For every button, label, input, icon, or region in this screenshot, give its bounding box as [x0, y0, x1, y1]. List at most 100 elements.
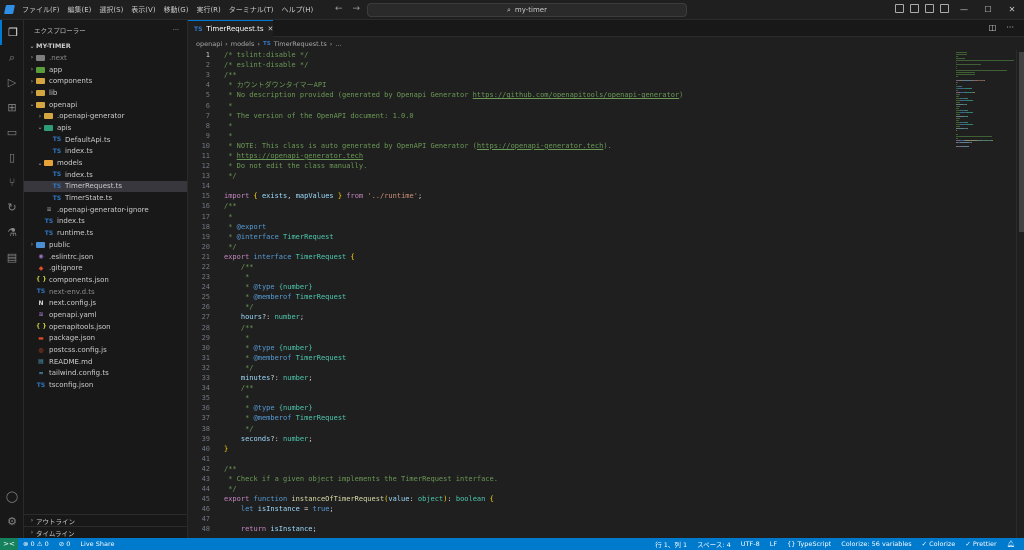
- account-icon[interactable]: ◯: [0, 484, 24, 509]
- forward-arrow-icon[interactable]: →: [353, 4, 361, 14]
- toggle-panel-icon[interactable]: [910, 4, 919, 13]
- more-actions-icon[interactable]: ···: [173, 26, 179, 34]
- outline-section[interactable]: › アウトライン: [24, 514, 188, 526]
- tree-file[interactable]: ≋ openapi.yaml: [24, 309, 187, 321]
- tree-file[interactable]: ▬ package.json: [24, 333, 187, 345]
- language-mode[interactable]: {} TypeScript: [782, 540, 836, 548]
- tree-file[interactable]: TS tsconfig.json: [24, 379, 187, 391]
- minimap[interactable]: [954, 50, 1016, 538]
- workspace-root[interactable]: ⌄ MY-TIMER: [24, 40, 187, 52]
- tree-file[interactable]: TS index.ts: [24, 169, 187, 181]
- maximize-icon[interactable]: ☐: [976, 0, 1000, 20]
- minimap-token: [988, 60, 1014, 61]
- code-token: ?:: [270, 434, 284, 443]
- chevron-right-icon: ›: [30, 517, 34, 524]
- chevron-right-icon: ›: [329, 39, 333, 48]
- live-share-icon[interactable]: ↻: [0, 195, 24, 220]
- json-view-icon[interactable]: ▤: [0, 245, 24, 270]
- indentation-indicator[interactable]: スペース: 4: [692, 539, 736, 549]
- tree-file[interactable]: Nnext.config.js: [24, 297, 187, 309]
- encoding-indicator[interactable]: UTF-8: [736, 540, 765, 548]
- tree-file[interactable]: TS index.ts: [24, 216, 187, 228]
- tree-folder[interactable]: ⌄ apis: [24, 122, 187, 134]
- colorize-info[interactable]: Colorize: 56 variables: [836, 540, 916, 548]
- search-view-icon[interactable]: ⌕: [0, 45, 24, 70]
- testing-icon[interactable]: ⚗: [0, 220, 24, 245]
- ports-indicator[interactable]: ⊘ 0: [54, 540, 76, 548]
- tree-file[interactable]: TS TimerRequest.ts: [24, 180, 187, 193]
- customize-layout-icon[interactable]: [940, 4, 949, 13]
- tree-file[interactable]: ◎ postcss.config.js: [24, 344, 187, 356]
- cursor-position[interactable]: 行 1、列 1: [650, 539, 692, 549]
- tree-folder[interactable]: › .next: [24, 52, 187, 64]
- remote-indicator-icon[interactable]: ><: [0, 538, 18, 550]
- live-share-button[interactable]: Live Share: [75, 540, 119, 548]
- scrollbar-thumb[interactable]: [1019, 52, 1024, 232]
- tree-file[interactable]: TS index.ts: [24, 146, 187, 158]
- tree-folder[interactable]: › lib: [24, 87, 187, 99]
- toggle-primary-sidebar-icon[interactable]: [895, 4, 904, 13]
- timeline-section[interactable]: › タイムライン: [24, 526, 188, 538]
- tree-file[interactable]: { } openapitools.json: [24, 321, 187, 333]
- tree-file[interactable]: ◆ .gitignore: [24, 262, 187, 274]
- tree-folder[interactable]: › components: [24, 75, 187, 87]
- breadcrumb-item[interactable]: models: [231, 40, 255, 48]
- menu-item[interactable]: ファイル(F): [18, 5, 64, 15]
- tree-file[interactable]: TS TimerState.ts: [24, 192, 187, 204]
- code-line: 19 * @interface TimerRequest: [188, 232, 954, 242]
- menu-item[interactable]: 選択(S): [95, 5, 127, 15]
- editor-scrollbar[interactable]: [1016, 50, 1024, 538]
- tree-folder[interactable]: › app: [24, 64, 187, 76]
- menu-item[interactable]: ヘルプ(H): [278, 5, 318, 15]
- menu-item[interactable]: 編集(E): [64, 5, 96, 15]
- menu-item[interactable]: 実行(R): [192, 5, 224, 15]
- code-editor[interactable]: 1 /* tslint:disable */ 2 /* eslint-disable …: [188, 50, 954, 538]
- back-arrow-icon[interactable]: ←: [335, 4, 343, 14]
- tree-file[interactable]: TS next-env.d.ts: [24, 286, 187, 298]
- menu-item[interactable]: 表示(V): [127, 5, 159, 15]
- colorize-button[interactable]: ✓ Colorize: [917, 540, 961, 548]
- tree-file[interactable]: ≈ tailwind.config.ts: [24, 368, 187, 380]
- more-actions-icon[interactable]: ···: [1006, 23, 1014, 32]
- tree-file[interactable]: ≡ .openapi-generator-ignore: [24, 204, 187, 216]
- split-editor-icon[interactable]: ◫: [989, 23, 997, 32]
- minimize-icon[interactable]: —: [952, 0, 976, 20]
- tree-file[interactable]: ▤ README.md: [24, 356, 187, 368]
- tab-timerrequest[interactable]: TS TimerRequest.ts ✕: [188, 20, 273, 37]
- tree-folder[interactable]: ⌄ openapi: [24, 99, 187, 111]
- tree-file[interactable]: { } components.json: [24, 274, 187, 286]
- breadcrumb-item[interactable]: openapi: [196, 40, 222, 48]
- breadcrumb-item[interactable]: TimerRequest.ts: [274, 40, 327, 48]
- notifications-bell-icon[interactable]: 🔔︎: [1002, 540, 1020, 548]
- bookmark-icon[interactable]: ▯: [0, 145, 24, 170]
- code-line: 6 *: [188, 100, 954, 110]
- tree-file[interactable]: ◉ .eslintrc.json: [24, 251, 187, 263]
- minimap-token: [966, 100, 973, 101]
- run-debug-icon[interactable]: ▷: [0, 70, 24, 95]
- tree-folder[interactable]: › public: [24, 239, 187, 251]
- extensions-icon[interactable]: ⊞: [0, 95, 24, 120]
- code-line: 37 * @memberof TimerRequest: [188, 413, 954, 423]
- tree-folder[interactable]: › .openapi-generator: [24, 110, 187, 122]
- prettier-button[interactable]: ✓ Prettier: [960, 540, 1001, 548]
- close-window-icon[interactable]: ✕: [1000, 0, 1024, 20]
- eol-indicator[interactable]: LF: [765, 540, 782, 548]
- menu-item[interactable]: 移動(G): [160, 5, 193, 15]
- remote-explorer-icon[interactable]: ▭: [0, 120, 24, 145]
- minimap-token: [956, 120, 959, 121]
- tree-item-label: components: [49, 77, 93, 86]
- tree-file[interactable]: TS DefaultApi.ts: [24, 134, 187, 146]
- explorer-icon[interactable]: ❐: [0, 20, 24, 45]
- problems-indicator[interactable]: ⊗ 0 ⚠ 0: [18, 540, 54, 548]
- toggle-secondary-sidebar-icon[interactable]: [925, 4, 934, 13]
- code-token: number: [274, 313, 300, 322]
- menu-item[interactable]: ターミナル(T): [225, 5, 278, 15]
- tree-folder[interactable]: ⌄ models: [24, 157, 187, 169]
- command-center-search[interactable]: ⌕ my-timer: [367, 3, 687, 17]
- source-control-icon[interactable]: ⑂: [0, 170, 24, 195]
- close-tab-icon[interactable]: ✕: [267, 25, 273, 33]
- manage-gear-icon[interactable]: ⚙: [0, 509, 24, 534]
- tree-file[interactable]: TS runtime.ts: [24, 227, 187, 239]
- line-number: 48: [201, 525, 210, 534]
- breadcrumb-item[interactable]: ...: [335, 40, 341, 48]
